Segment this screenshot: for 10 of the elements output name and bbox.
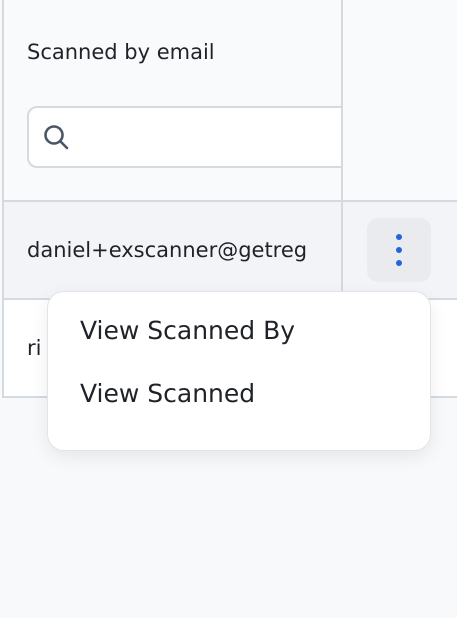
menu-item[interactable]: View Scanned [80,372,256,415]
more-button[interactable] [367,218,431,282]
table-cell: daniel+exscanner@getreg [27,238,308,262]
menu-item[interactable]: View Scanned By [80,309,296,352]
search-field[interactable] [27,106,341,168]
search-icon [42,123,70,151]
table-cell: ri [27,336,42,360]
column-heading: Scanned by email [27,39,215,66]
table-row[interactable]: daniel+exscanner@getreg [4,202,457,300]
more-icon [396,233,402,267]
